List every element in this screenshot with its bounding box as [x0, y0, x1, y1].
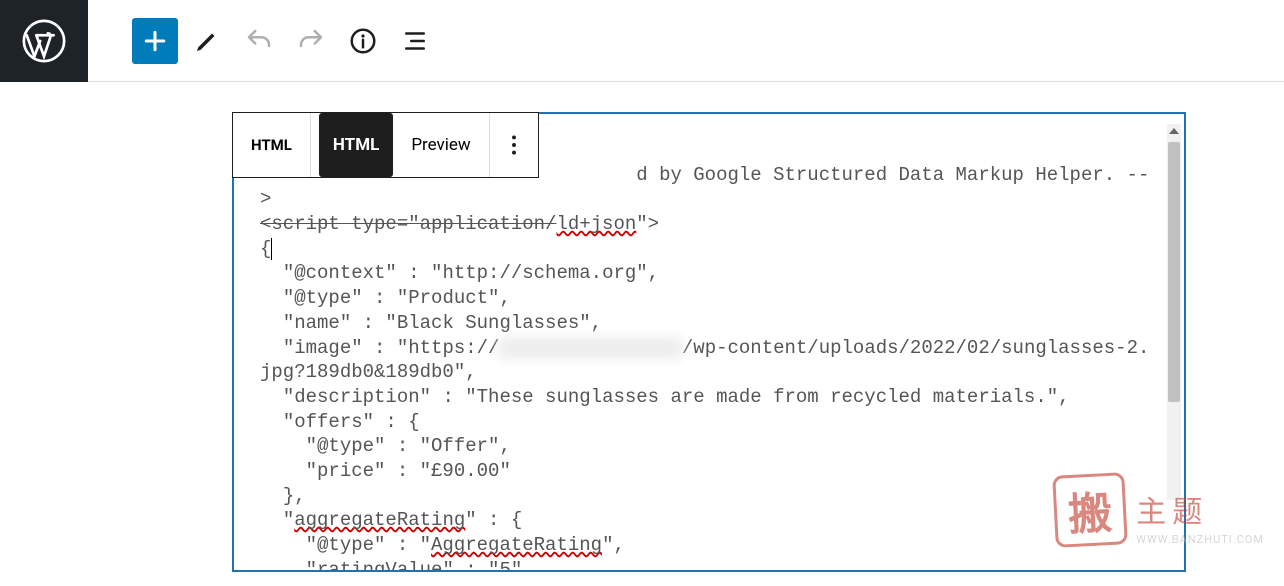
code-text: "image" : "https://	[260, 337, 499, 359]
more-options-button[interactable]	[490, 113, 538, 177]
code-text: ",	[602, 534, 625, 556]
scroll-up-icon	[1169, 128, 1179, 134]
scrollbar[interactable]	[1167, 124, 1181, 500]
redo-button[interactable]	[288, 18, 334, 64]
redacted-domain: xxxxxxxxxxxxxxxx	[499, 337, 681, 359]
text-cursor	[271, 238, 272, 260]
tab-preview[interactable]: Preview	[393, 113, 488, 177]
info-button[interactable]	[340, 18, 386, 64]
outline-button[interactable]	[392, 18, 438, 64]
top-bar	[0, 0, 1284, 82]
code-text: "offers" : {	[260, 411, 420, 433]
code-text: ld+json	[556, 213, 636, 235]
block-toolbar: HTML HTML Preview	[232, 112, 539, 178]
code-text: " : {	[465, 509, 522, 531]
code-text: "name" : "Black Sunglasses",	[260, 312, 602, 334]
block-type-label[interactable]: HTML	[233, 113, 310, 177]
code-text: AggregateRating	[431, 534, 602, 556]
add-block-button[interactable]	[132, 18, 178, 64]
plus-icon	[140, 26, 170, 56]
code-text: "price" : "£90.00"	[260, 460, 511, 482]
info-icon	[348, 26, 378, 56]
html-code-panel[interactable]: d by Google Structured Data Markup Helpe…	[232, 112, 1186, 572]
code-text: "	[260, 509, 294, 531]
code-text: aggregateRating	[294, 509, 465, 531]
tab-html[interactable]: HTML	[319, 113, 393, 177]
undo-button[interactable]	[236, 18, 282, 64]
code-text: "@type" : "	[260, 534, 431, 556]
wordpress-logo[interactable]	[0, 0, 88, 82]
wordpress-icon	[21, 18, 67, 64]
list-outline-icon	[400, 26, 430, 56]
scroll-thumb[interactable]	[1168, 142, 1180, 402]
code-text: <script type="application/	[260, 213, 556, 235]
code-text: "@type" : "Offer",	[260, 435, 511, 457]
code-text: "@context" : "http://schema.org",	[260, 262, 659, 284]
code-text: ">	[636, 213, 659, 235]
undo-icon	[244, 26, 274, 56]
pencil-icon	[192, 26, 222, 56]
code-text: " : "5"	[442, 559, 522, 572]
redo-icon	[296, 26, 326, 56]
code-text: "	[260, 559, 317, 572]
edit-mode-button[interactable]	[184, 18, 230, 64]
code-text: },	[260, 485, 306, 507]
code-text: ratingValue	[317, 559, 442, 572]
kebab-icon	[501, 132, 527, 158]
editor-toolbar	[88, 18, 438, 64]
editor-area: HTML HTML Preview d by Google Structured…	[0, 82, 1284, 572]
code-text: {	[260, 238, 271, 260]
code-text: "@type" : "Product",	[260, 287, 511, 309]
code-text: "description" : "These sunglasses are ma…	[260, 386, 1070, 408]
